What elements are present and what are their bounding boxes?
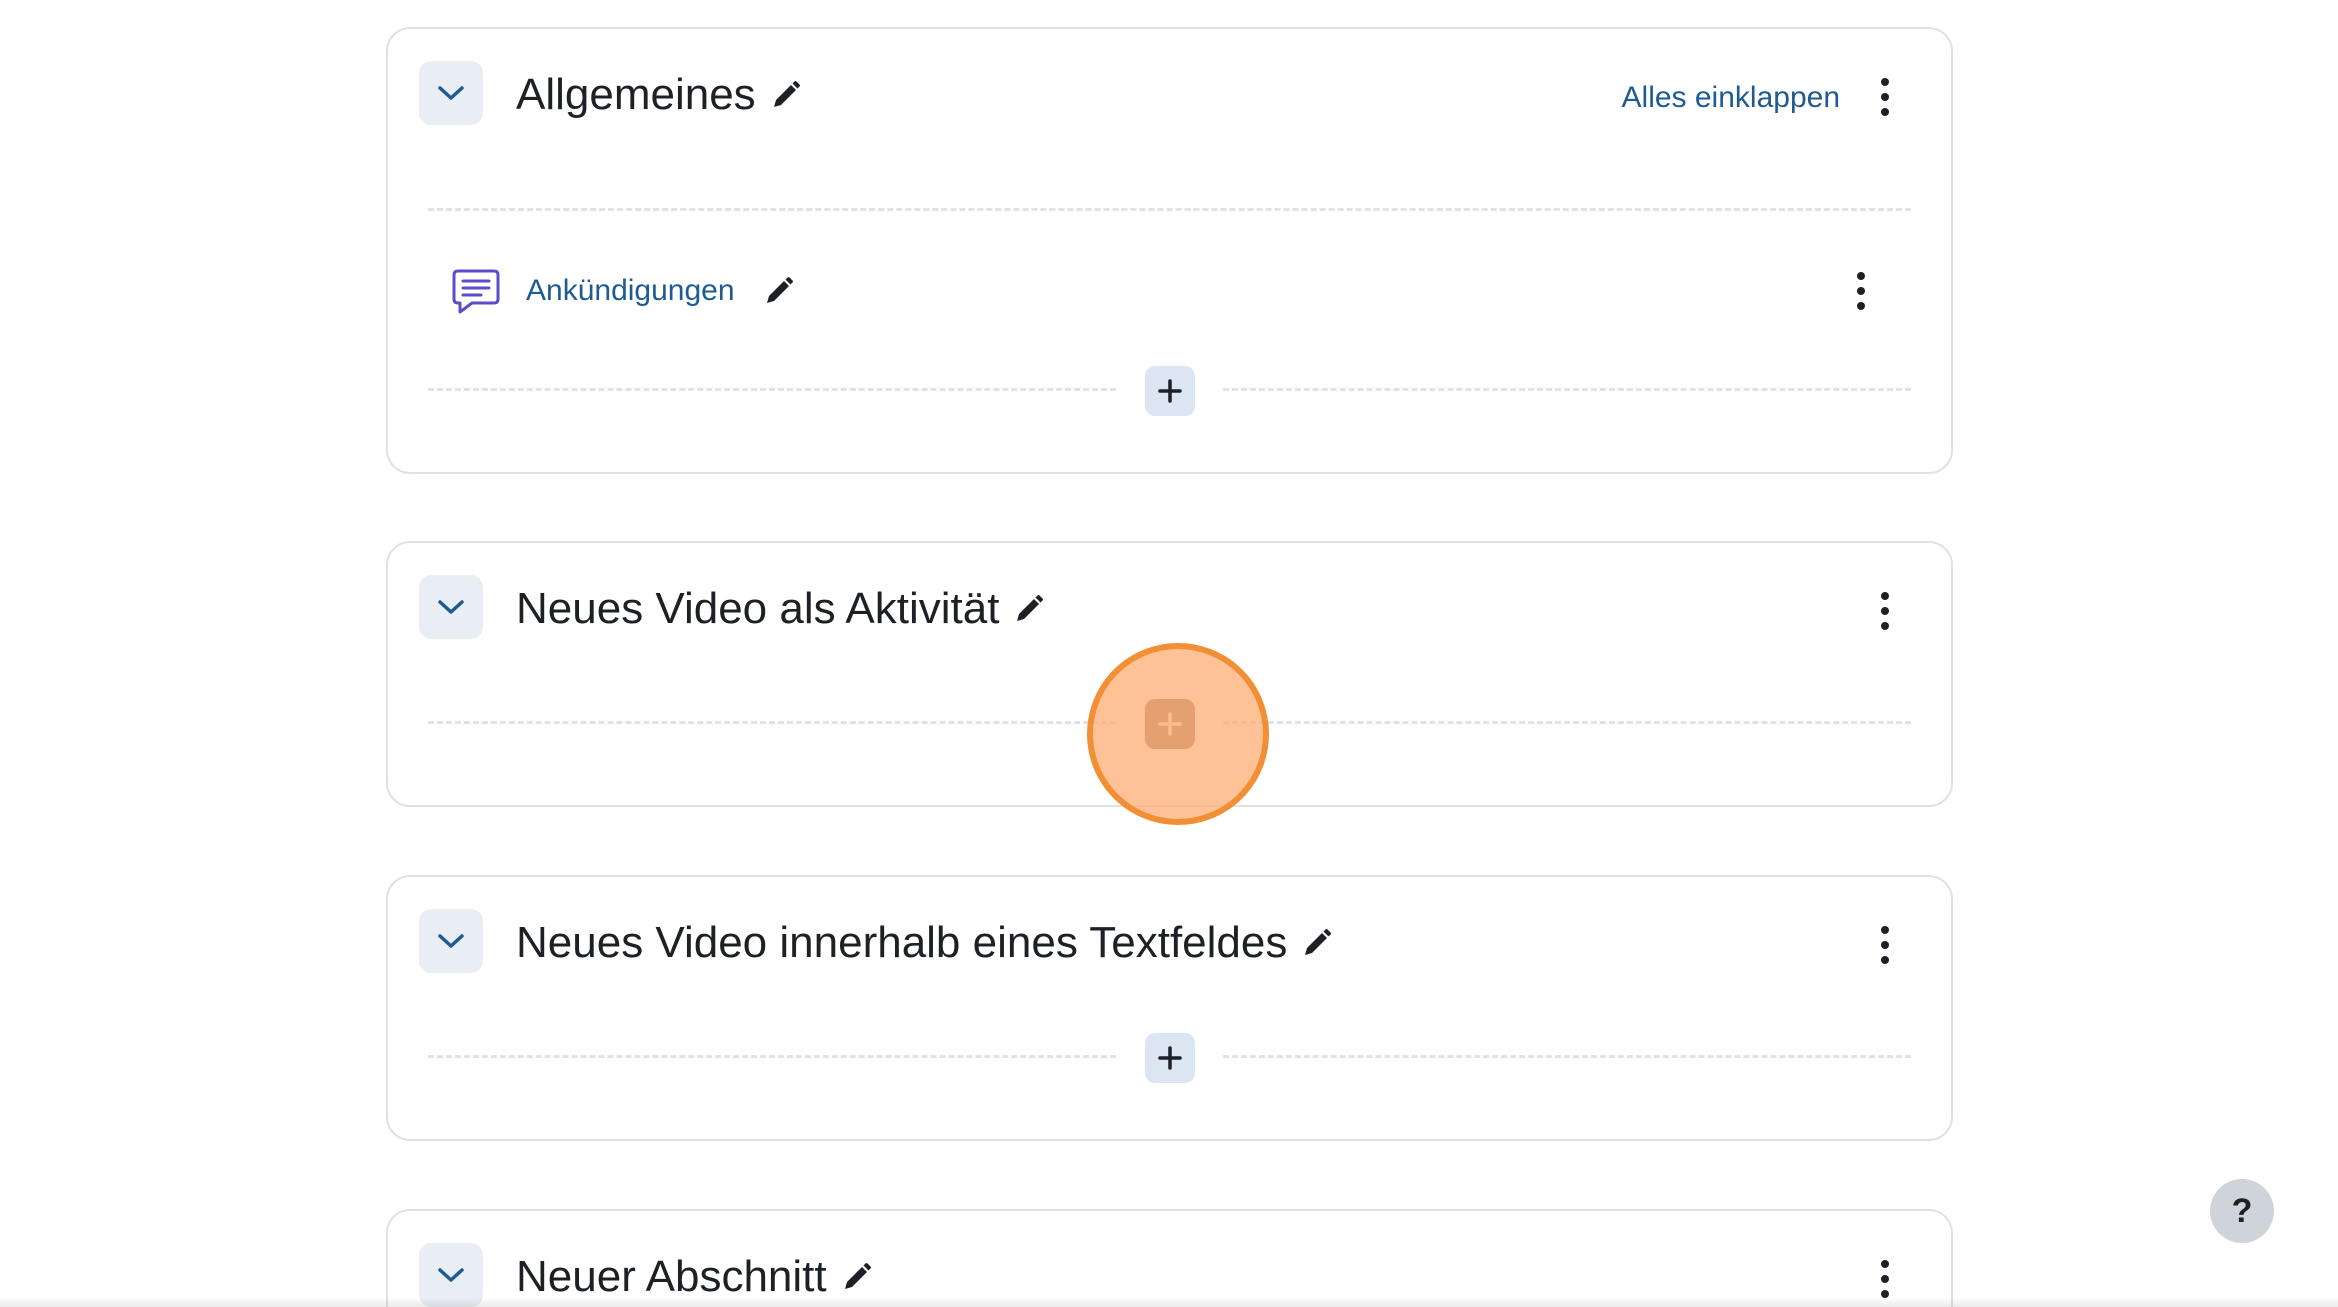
chevron-down-icon: [438, 1268, 464, 1282]
chevron-down-icon: [438, 86, 464, 100]
divider: [1223, 1055, 1911, 1058]
section-video-activity: Neues Video als Aktivität: [386, 541, 1953, 807]
help-button[interactable]: ?: [2210, 1179, 2274, 1243]
divider: [1223, 388, 1911, 391]
section-title-text: Neues Video innerhalb eines Textfeldes: [516, 918, 1288, 967]
plus-icon: [1158, 379, 1182, 403]
divider: [428, 388, 1116, 391]
activity-item: Ankündigungen: [450, 261, 795, 321]
section-title-text: Allgemeines: [516, 70, 756, 119]
edit-pencil-icon[interactable]: [1301, 927, 1333, 959]
section-collapse-button[interactable]: [419, 909, 483, 973]
bottom-shadow: [0, 1297, 2338, 1307]
section-video-textfield: Neues Video innerhalb eines Textfeldes: [386, 875, 1953, 1141]
section-collapse-button[interactable]: [419, 575, 483, 639]
section-collapse-button[interactable]: [419, 61, 483, 125]
add-activity-button[interactable]: [1145, 699, 1195, 749]
section-title: Allgemeines: [516, 67, 802, 123]
edit-pencil-icon[interactable]: [841, 1261, 873, 1293]
section-title: Neues Video innerhalb eines Textfeldes: [516, 915, 1333, 971]
chevron-down-icon: [438, 600, 464, 614]
activity-link-announcements[interactable]: Ankündigungen: [526, 274, 735, 308]
divider: [428, 721, 1116, 724]
section-title-text: Neues Video als Aktivität: [516, 584, 1000, 633]
divider: [1223, 721, 1911, 724]
section-menu-icon[interactable]: [1865, 583, 1905, 639]
edit-pencil-icon[interactable]: [770, 79, 802, 111]
activity-menu-icon[interactable]: [1841, 263, 1881, 319]
divider: [428, 208, 1911, 211]
edit-pencil-icon[interactable]: [1013, 593, 1045, 625]
chevron-down-icon: [438, 934, 464, 948]
edit-pencil-icon[interactable]: [763, 275, 795, 307]
divider: [428, 1055, 1116, 1058]
forum-icon: [452, 269, 500, 314]
section-title: Neues Video als Aktivität: [516, 581, 1045, 637]
collapse-all-link[interactable]: Alles einklappen: [1622, 81, 1840, 115]
add-activity-button[interactable]: [1145, 1033, 1195, 1083]
section-title-text: Neuer Abschnitt: [516, 1252, 827, 1301]
section-allgemeines: Allgemeines Alles einklappen Ankündigung…: [386, 27, 1953, 474]
section-new: Neuer Abschnitt: [386, 1209, 1953, 1307]
plus-icon: [1158, 712, 1182, 736]
section-menu-icon[interactable]: [1865, 917, 1905, 973]
add-activity-button[interactable]: [1145, 366, 1195, 416]
section-menu-icon[interactable]: [1865, 69, 1905, 125]
plus-icon: [1158, 1046, 1182, 1070]
